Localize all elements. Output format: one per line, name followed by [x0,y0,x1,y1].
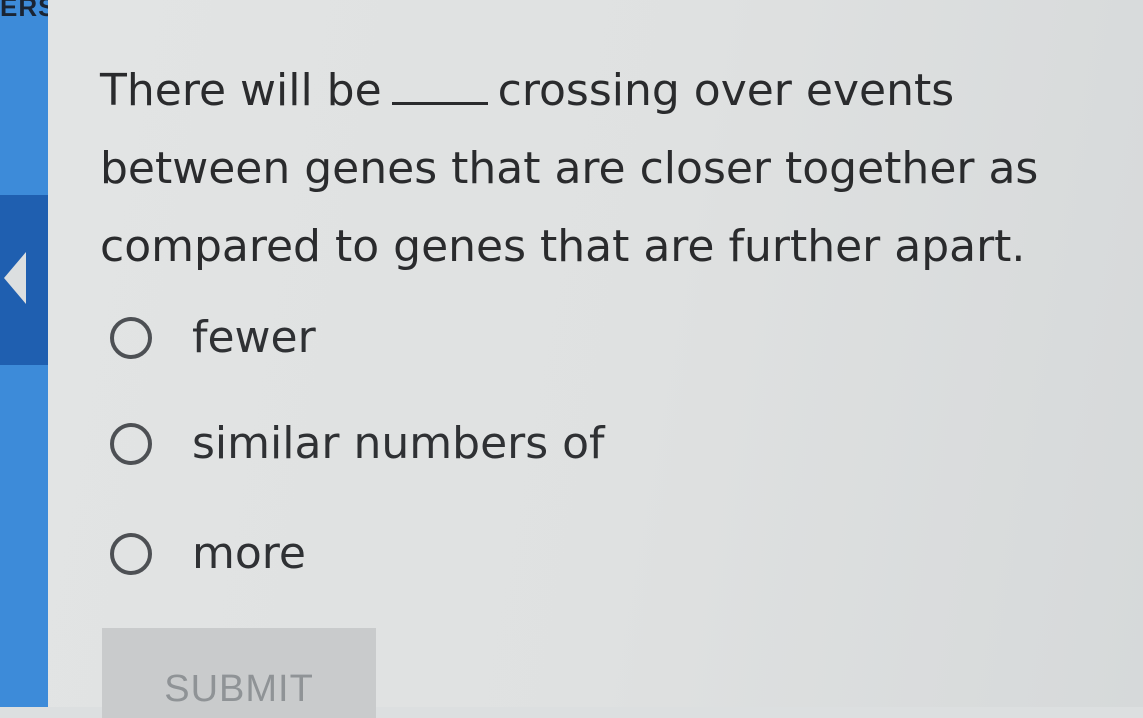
option-label: more [192,528,306,579]
option-label: similar numbers of [192,418,605,469]
option-fewer[interactable]: fewer [110,312,316,363]
question-panel: There will be crossing over events betwee… [48,0,1143,718]
radio-button[interactable] [110,316,152,359]
question-text: There will be crossing over events betwee… [100,52,1100,286]
question-blank [391,94,488,105]
option-label: fewer [192,312,316,363]
submit-button[interactable]: SUBMIT [102,628,376,718]
sidebar-pointer-icon [4,252,26,304]
sidebar: ERS [0,0,55,707]
question-part-1: There will be [100,65,382,116]
radio-button[interactable] [110,422,152,465]
option-more[interactable]: more [110,528,306,579]
radio-button[interactable] [110,532,152,575]
option-similar-numbers-of[interactable]: similar numbers of [110,418,605,469]
